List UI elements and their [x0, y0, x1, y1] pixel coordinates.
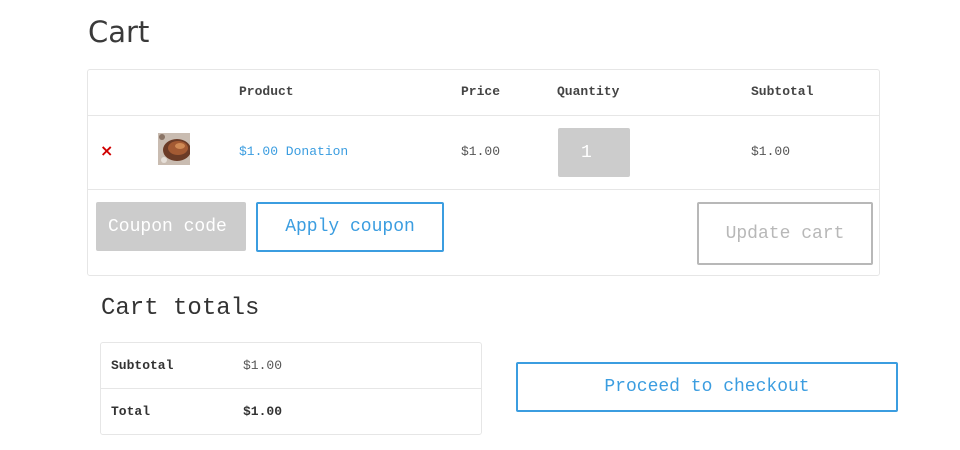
apply-coupon-button[interactable]: Apply coupon [256, 202, 444, 252]
product-image-icon [158, 133, 190, 165]
totals-total-value: $1.00 [243, 404, 283, 419]
totals-total-label: Total [111, 404, 151, 419]
totals-subtotal-row: Subtotal $1.00 [101, 343, 481, 389]
cart-item-row: × $1.00 Donation $1.00 $1.00 [88, 116, 879, 190]
product-name-link[interactable]: $1.00 Donation [239, 144, 348, 160]
header-product: Product [239, 84, 294, 99]
cart-table-header: Product Price Quantity Subtotal [88, 70, 879, 116]
header-subtotal: Subtotal [751, 84, 814, 99]
product-subtotal: $1.00 [751, 144, 791, 159]
product-thumbnail[interactable] [158, 133, 190, 165]
header-quantity: Quantity [557, 84, 620, 99]
totals-subtotal-value: $1.00 [243, 358, 283, 373]
cart-totals-table: Subtotal $1.00 Total $1.00 [100, 342, 482, 435]
proceed-to-checkout-button[interactable]: Proceed to checkout [516, 362, 898, 412]
page-title: Cart [88, 15, 150, 49]
totals-subtotal-label: Subtotal [111, 358, 174, 373]
cart-totals-title: Cart totals [101, 295, 260, 322]
cart-actions: Apply coupon Update cart [88, 190, 879, 276]
update-cart-button[interactable]: Update cart [697, 202, 873, 265]
remove-item-icon[interactable]: × [100, 143, 114, 159]
product-link[interactable]: $1.00 Donation [239, 144, 348, 159]
product-price: $1.00 [461, 144, 501, 159]
cart-table: Product Price Quantity Subtotal × $1.00 … [87, 69, 880, 276]
coupon-code-input[interactable] [96, 202, 246, 251]
header-price: Price [461, 84, 501, 99]
totals-total-row: Total $1.00 [101, 389, 481, 435]
quantity-input[interactable] [558, 128, 630, 177]
